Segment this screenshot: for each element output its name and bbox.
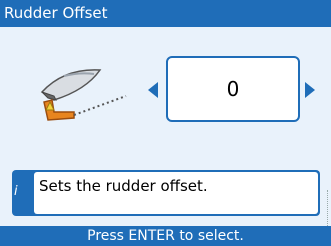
rudder-offset-screen: Rudder Offset 0 i Sets the rudder offset… bbox=[0, 0, 331, 246]
info-icon: i bbox=[14, 184, 18, 199]
left-arrow-icon[interactable] bbox=[148, 82, 158, 98]
right-arrow-icon[interactable] bbox=[305, 82, 315, 98]
help-text: Sets the rudder offset. bbox=[39, 177, 208, 195]
page-title: Rudder Offset bbox=[0, 0, 331, 27]
rudder-boat-illustration bbox=[40, 69, 127, 121]
footer-prompt: Press ENTER to select. bbox=[0, 226, 331, 246]
dotted-side-divider bbox=[327, 190, 330, 226]
offset-value: 0 bbox=[226, 77, 240, 101]
offset-value-field[interactable]: 0 bbox=[166, 56, 300, 122]
